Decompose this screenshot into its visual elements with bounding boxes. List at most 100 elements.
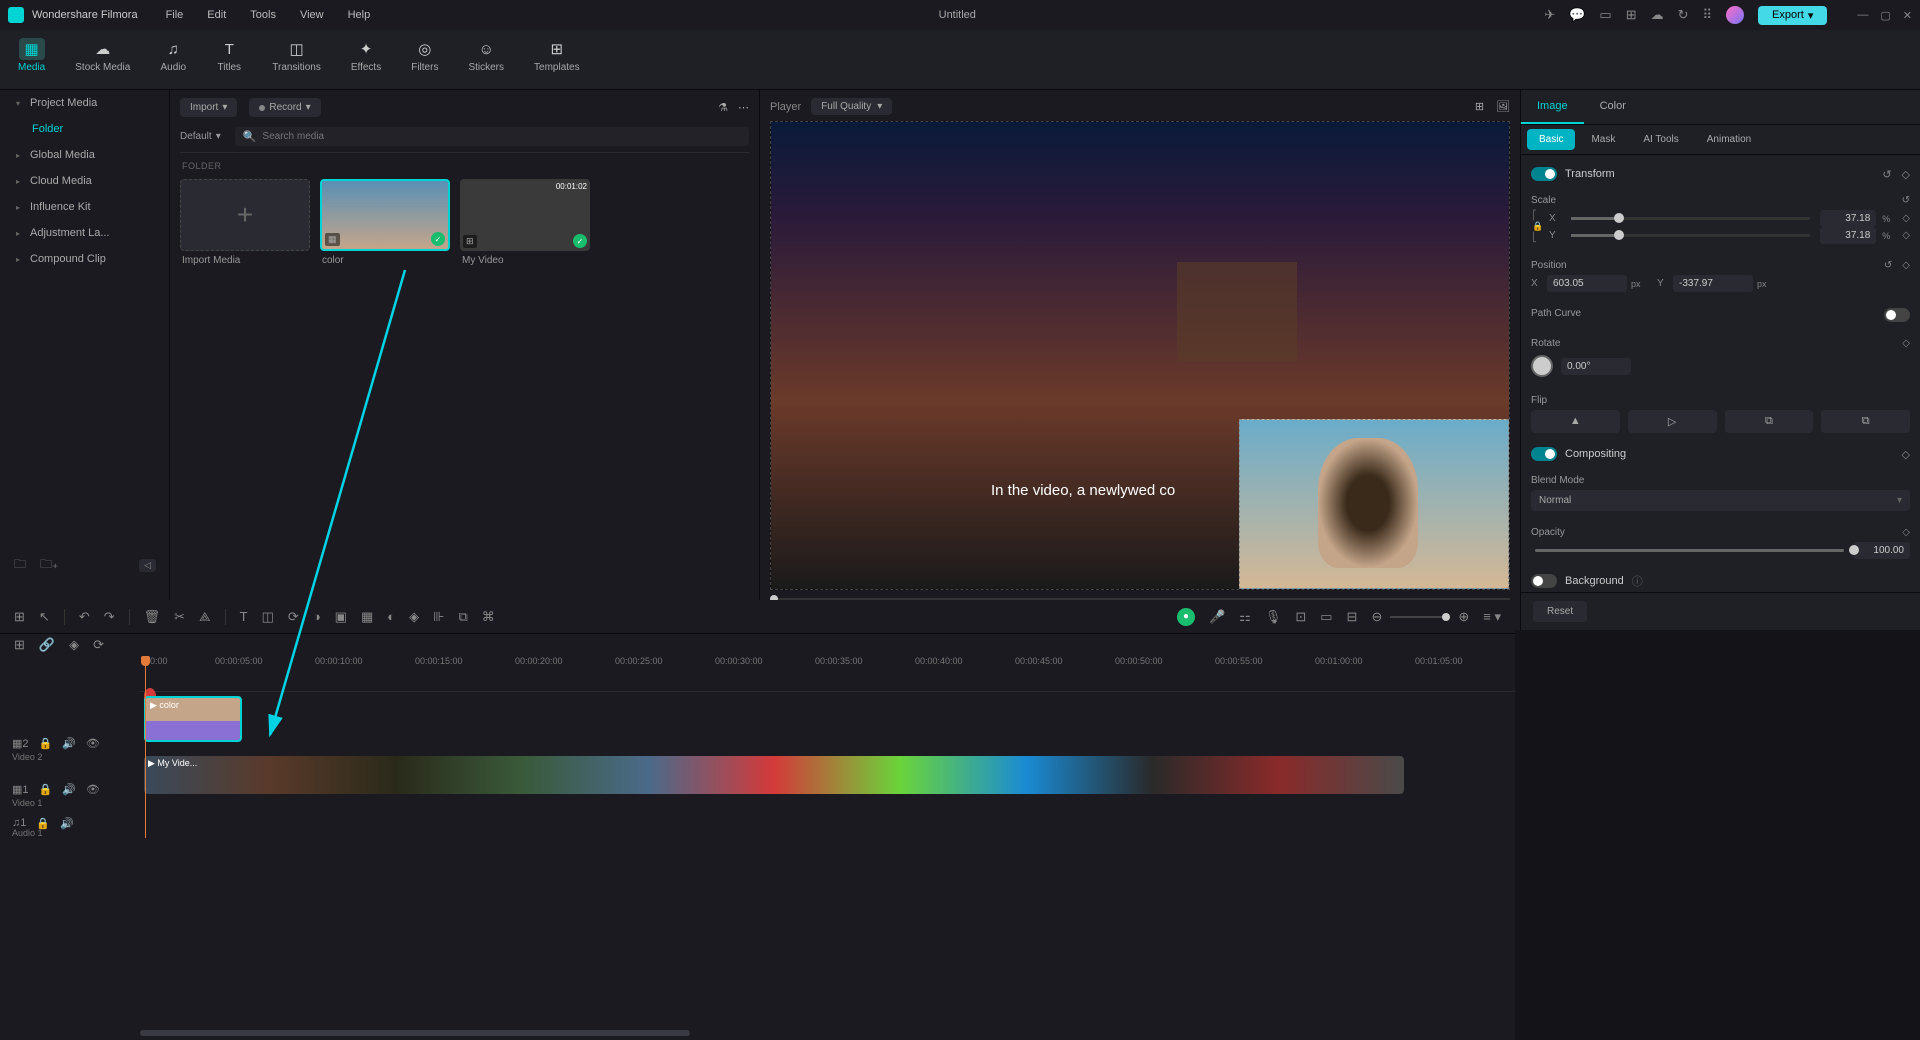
blend-mode-select[interactable]: Normal▾	[1531, 490, 1910, 511]
subtab-ai-tools[interactable]: AI Tools	[1631, 129, 1690, 150]
tab-transitions[interactable]: ◫Transitions	[268, 36, 325, 83]
adjust-tracks-icon[interactable]: ⟳	[93, 637, 104, 653]
scale-x-slider[interactable]	[1571, 217, 1810, 220]
scale-x-value[interactable]: 37.18	[1820, 210, 1876, 227]
link-scale-icon[interactable]: ⎡🔒⎣	[1531, 210, 1545, 244]
sidebar-influence-kit[interactable]: ▸Influence Kit	[0, 194, 169, 220]
link-icon[interactable]: 🔗	[39, 637, 55, 653]
close-button[interactable]: ✕	[1903, 9, 1912, 22]
mute-icon[interactable]: 🔊	[62, 783, 76, 796]
mute-icon[interactable]: 🔊	[62, 737, 76, 750]
filter-icon[interactable]: ▦	[361, 609, 373, 625]
track-icon[interactable]: ⊪	[433, 609, 444, 625]
transform-toggle[interactable]	[1531, 167, 1557, 181]
sidebar-cloud-media[interactable]: ▸Cloud Media	[0, 168, 169, 194]
maximize-button[interactable]: ▢	[1880, 9, 1890, 22]
reset-icon[interactable]: ↺	[1882, 168, 1891, 181]
menu-help[interactable]: Help	[348, 9, 371, 21]
layout-icon[interactable]: ⊞	[1475, 100, 1484, 113]
background-section[interactable]: Background ⓘ	[1531, 567, 1910, 592]
menu-edit[interactable]: Edit	[207, 9, 226, 21]
apps-icon[interactable]: ⠿	[1703, 7, 1713, 23]
marker-icon[interactable]: ◈	[409, 609, 419, 625]
reset-icon[interactable]: ↺	[1884, 260, 1892, 271]
grid-icon[interactable]: ⊞	[14, 609, 25, 625]
sidebar-compound-clip[interactable]: ▸Compound Clip	[0, 246, 169, 272]
cursor-icon[interactable]: ↖	[39, 609, 50, 625]
group-icon[interactable]: ⧉	[458, 609, 467, 625]
text-icon[interactable]: T	[240, 609, 248, 624]
keyframe-tool-icon[interactable]: ◐	[387, 609, 395, 624]
keyframe-icon[interactable]: ◇	[1902, 230, 1910, 241]
subtab-mask[interactable]: Mask	[1579, 129, 1627, 150]
tab-media[interactable]: ▦Media	[14, 36, 49, 83]
export-button[interactable]: Export▾	[1758, 6, 1827, 25]
folder-icon[interactable]: 🗀	[14, 555, 26, 576]
visibility-icon[interactable]: 👁	[86, 737, 100, 750]
playhead[interactable]	[145, 656, 146, 838]
search-media[interactable]: 🔍	[235, 127, 749, 146]
undo-icon[interactable]: ↶	[79, 609, 90, 625]
reset-icon[interactable]: ↺	[1902, 195, 1910, 206]
keyframe-icon[interactable]: ◇	[1902, 213, 1910, 224]
info-icon[interactable]: ⓘ	[1632, 573, 1643, 589]
sidebar-adjustment-layer[interactable]: ▸Adjustment La...	[0, 220, 169, 246]
transform-section[interactable]: Transform ↺◇	[1531, 161, 1910, 187]
position-y-value[interactable]: -337.97	[1673, 275, 1753, 292]
mic-icon[interactable]: 🎙	[1265, 609, 1282, 625]
crop-icon[interactable]: ⟁	[199, 609, 211, 625]
minimize-button[interactable]: —	[1857, 9, 1868, 22]
sort-select[interactable]: Default ▾	[180, 131, 221, 142]
new-folder-icon[interactable]: 🗀₊	[40, 555, 58, 576]
quality-select[interactable]: Full Quality ▾	[811, 98, 892, 115]
timeline-scrollbar[interactable]	[140, 1030, 1505, 1040]
keyframe-icon[interactable]: ◇	[1902, 260, 1910, 271]
timeline-ruler[interactable]: 00:00 00:00:05:00 00:00:10:00 00:00:15:0…	[140, 656, 1515, 692]
clip-color[interactable]: ▶ color	[144, 696, 242, 742]
opacity-value[interactable]: 100.00	[1854, 542, 1910, 559]
compositing-toggle[interactable]	[1531, 447, 1557, 461]
track-lock-icon[interactable]: ◈	[69, 637, 79, 653]
tab-color[interactable]: Color	[1584, 90, 1642, 124]
screen-icon[interactable]: ▭	[1599, 7, 1611, 23]
timeline-tracks-area[interactable]: 00:00 00:00:05:00 00:00:10:00 00:00:15:0…	[140, 656, 1515, 838]
preview-pip-overlay[interactable]	[1239, 419, 1509, 589]
visibility-icon[interactable]: 👁	[86, 783, 100, 796]
render-button[interactable]: ●	[1177, 608, 1195, 626]
refresh-icon[interactable]: ↻	[1678, 7, 1689, 23]
voiceover-icon[interactable]: 🎤	[1209, 609, 1225, 625]
sidebar-global-media[interactable]: ▸Global Media	[0, 142, 169, 168]
zoom-slider[interactable]	[1390, 616, 1450, 618]
media-item-import[interactable]: + Import Media	[180, 179, 310, 270]
keyframe-icon[interactable]: ◇	[1902, 338, 1910, 349]
split-view-icon[interactable]: ⊟	[1347, 609, 1358, 625]
sidebar-project-media[interactable]: ▾Project Media	[0, 90, 169, 116]
search-input[interactable]	[262, 131, 394, 142]
delete-icon[interactable]: 🗑	[144, 609, 161, 625]
collapse-sidebar-button[interactable]: ◁	[139, 559, 156, 572]
rotate-dial[interactable]	[1531, 355, 1553, 377]
tab-effects[interactable]: ✦Effects	[347, 36, 385, 83]
tab-titles[interactable]: TTitles	[212, 36, 246, 83]
flip-copy-button[interactable]: ⧉	[1725, 410, 1814, 433]
tab-filters[interactable]: ◎Filters	[407, 36, 442, 83]
subtab-animation[interactable]: Animation	[1695, 129, 1763, 150]
send-icon[interactable]: ✈	[1544, 7, 1555, 23]
menu-file[interactable]: File	[166, 9, 184, 21]
reset-button[interactable]: Reset	[1533, 601, 1587, 622]
more-icon[interactable]: ⋯	[738, 101, 749, 114]
tab-templates[interactable]: ⊞Templates	[530, 36, 584, 83]
redo-icon[interactable]: ↷	[104, 609, 115, 625]
mute-icon[interactable]: 🔊	[60, 817, 74, 830]
audio-mixer-icon[interactable]: ⚏	[1239, 609, 1251, 625]
scale-y-value[interactable]: 37.18	[1820, 227, 1876, 244]
subtab-basic[interactable]: Basic	[1527, 129, 1575, 150]
render-preview-icon[interactable]: ▭	[1320, 609, 1332, 625]
crop-tool-icon[interactable]: ◫	[262, 609, 274, 625]
keyframe-icon[interactable]: ◇	[1902, 527, 1910, 538]
menu-tools[interactable]: Tools	[250, 9, 276, 21]
magnet-icon[interactable]: ⌘	[482, 609, 495, 625]
keyframe-icon[interactable]: ◇	[1902, 168, 1910, 181]
zoom-out-icon[interactable]: ⊖	[1371, 609, 1382, 625]
clip-myvideo[interactable]: ▶ My Vide...	[144, 756, 1404, 794]
